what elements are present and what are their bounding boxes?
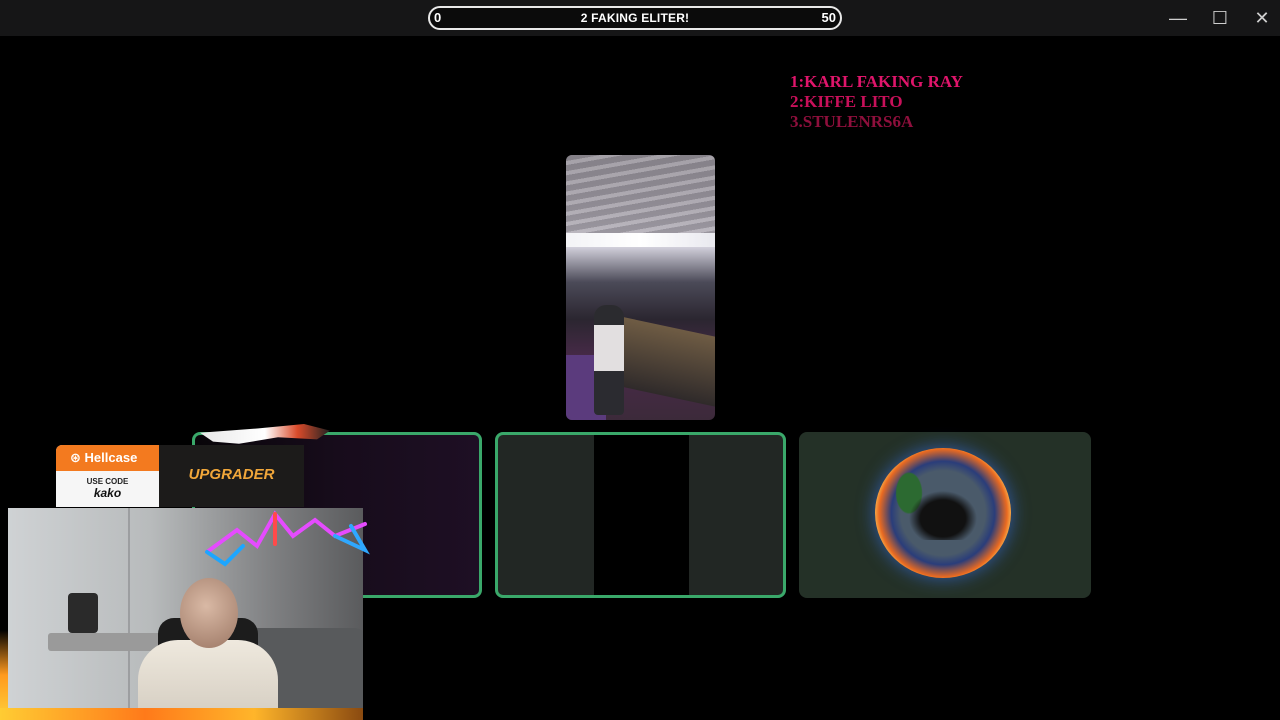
video-ceiling	[566, 155, 715, 245]
hellcase-logo-icon: ⊛	[70, 450, 81, 465]
current-video[interactable]	[566, 155, 715, 420]
leaderboard-entry-3: 3.STULENRS6A	[790, 112, 914, 131]
leaderboard-entry-1: 1:KARL FAKING RAY	[790, 72, 963, 91]
video-slot-2-black-frame	[594, 435, 689, 595]
close-icon[interactable]: ✕	[1245, 4, 1279, 32]
goal-target-value: 50	[821, 10, 836, 25]
video-slot-2[interactable]	[495, 432, 786, 598]
sponsor-brand-name: Hellcase	[84, 450, 138, 465]
webcam-fire-frame-bottom	[0, 708, 363, 720]
motorcycle-rider-icon	[903, 486, 983, 540]
motorcycle-emblem-icon	[875, 448, 1011, 578]
webcam-streamer-head	[180, 578, 238, 648]
sponsor-use-code-label: USE CODE	[86, 477, 129, 486]
webcam-lamp	[68, 593, 98, 633]
sponsor-upgrader-label: UPGRADER	[188, 466, 275, 483]
webcam-fire-frame-left	[0, 630, 8, 720]
video-person	[594, 305, 624, 415]
minimize-icon[interactable]: —	[1161, 4, 1195, 32]
leaderboard: 1:KARL FAKING RAY 2:KIFFE LITO 3.STULENR…	[790, 72, 1050, 132]
leaderboard-entry-2: 2:KIFFE LITO	[790, 92, 903, 111]
sponsor-brand: ⊛ Hellcase	[56, 445, 159, 471]
video-lights	[566, 233, 715, 247]
sponsor-upgrader-card: UPGRADER	[159, 445, 304, 507]
sponsor-code: kako	[93, 486, 122, 500]
neon-light-icon	[205, 510, 370, 567]
title-bar: 0 2 FAKING ELITER! 50 — ☐ ✕	[0, 0, 1280, 36]
goal-progress-bar: 0 2 FAKING ELITER! 50	[428, 6, 842, 30]
webcam-wall-line	[128, 508, 130, 708]
webcam-streamer-body	[138, 640, 278, 708]
maximize-icon[interactable]: ☐	[1203, 4, 1237, 32]
sponsor-code-card: ⊛ Hellcase USE CODE kako	[56, 445, 159, 507]
webcam-table	[48, 633, 168, 651]
goal-title: 2 FAKING ELITER!	[580, 11, 690, 25]
